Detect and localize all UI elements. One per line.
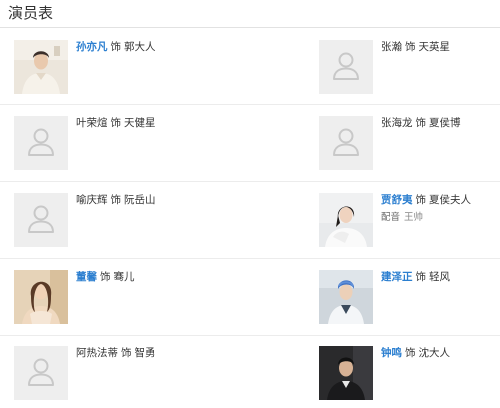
placeholder-avatar-icon	[14, 193, 68, 247]
portrait-young-man-light-icon	[14, 40, 68, 94]
actor-photo	[14, 193, 68, 247]
as-label: 饰	[415, 194, 427, 206]
cast-section-title: 演员表	[8, 4, 54, 22]
actor-photo	[14, 346, 68, 400]
portrait-man-blue-icon	[319, 270, 373, 324]
portrait-woman-warm-icon	[14, 270, 68, 324]
role-name: 郭大人	[124, 41, 156, 53]
actor-photo[interactable]	[319, 193, 373, 247]
role-name: 天健星	[124, 117, 156, 129]
role-name: 阮岳山	[124, 194, 156, 206]
row-divider	[306, 181, 500, 182]
placeholder-avatar-icon	[319, 116, 373, 170]
as-label: 饰	[110, 117, 122, 129]
portrait-woman-white-icon	[319, 193, 373, 247]
cast-card: 贾舒夷饰夏侯夫人 配音 王帅	[319, 193, 499, 253]
actor-photo[interactable]	[14, 40, 68, 94]
as-label: 饰	[415, 117, 427, 129]
cast-card: 孙亦凡饰郭大人	[14, 40, 194, 100]
as-label: 饰	[100, 271, 111, 283]
cast-card: 张瀚饰天英星	[319, 40, 499, 100]
actor-name-link[interactable]: 董馨	[76, 271, 97, 283]
actor-name-link[interactable]: 孙亦凡	[76, 41, 108, 53]
as-label: 饰	[405, 41, 416, 53]
row-divider	[306, 104, 500, 105]
actor-name: 张瀚	[381, 41, 402, 53]
placeholder-avatar-icon	[14, 346, 68, 400]
cast-card: 张海龙饰夏侯博	[319, 116, 499, 176]
cast-card: 建泽正饰轻风	[319, 270, 499, 330]
cast-card: 叶荣煊饰天健星	[14, 116, 194, 176]
actor-name: 叶荣煊	[76, 117, 108, 129]
as-label: 饰	[121, 347, 132, 359]
actor-name-link[interactable]: 钟鸣	[381, 347, 402, 359]
role-name: 夏侯博	[429, 117, 461, 129]
role-name: 夏侯夫人	[429, 194, 471, 206]
actor-name-link[interactable]: 建泽正	[381, 271, 413, 283]
as-label: 饰	[415, 271, 427, 283]
cast-card: 喻庆辉饰阮岳山	[14, 193, 194, 253]
role-name: 骞儿	[113, 271, 135, 283]
actor-photo	[319, 116, 373, 170]
cast-card: 董馨饰骞儿	[14, 270, 194, 330]
role-name: 天英星	[418, 41, 451, 53]
actor-photo[interactable]	[319, 270, 373, 324]
as-label: 饰	[110, 41, 122, 53]
as-label: 饰	[110, 194, 122, 206]
row-divider	[0, 104, 306, 105]
voice-label: 配音	[381, 212, 401, 223]
cast-card: 钟鸣饰沈大人	[319, 346, 499, 406]
row-divider	[306, 335, 500, 336]
voice-actor-name: 王帅	[404, 212, 424, 223]
actor-photo	[14, 116, 68, 170]
actor-name: 阿热法蒂	[76, 347, 118, 359]
cast-card: 阿热法蒂饰智勇	[14, 346, 194, 406]
actor-photo	[319, 40, 373, 94]
role-name: 智勇	[134, 347, 156, 359]
row-divider	[0, 335, 306, 336]
title-divider	[0, 27, 500, 28]
actor-name: 张海龙	[381, 117, 413, 129]
placeholder-avatar-icon	[319, 40, 373, 94]
actor-name-link[interactable]: 贾舒夷	[381, 194, 413, 206]
actor-photo[interactable]	[14, 270, 68, 324]
voice-actor-line: 配音 王帅	[381, 211, 500, 225]
as-label: 饰	[405, 347, 416, 359]
row-divider	[0, 181, 306, 182]
role-name: 沈大人	[418, 347, 451, 359]
actor-name: 喻庆辉	[76, 194, 108, 206]
placeholder-avatar-icon	[14, 116, 68, 170]
portrait-man-dark-icon	[319, 346, 373, 400]
row-divider	[306, 258, 500, 259]
role-name: 轻风	[429, 271, 450, 283]
row-divider	[0, 258, 306, 259]
actor-photo[interactable]	[319, 346, 373, 400]
